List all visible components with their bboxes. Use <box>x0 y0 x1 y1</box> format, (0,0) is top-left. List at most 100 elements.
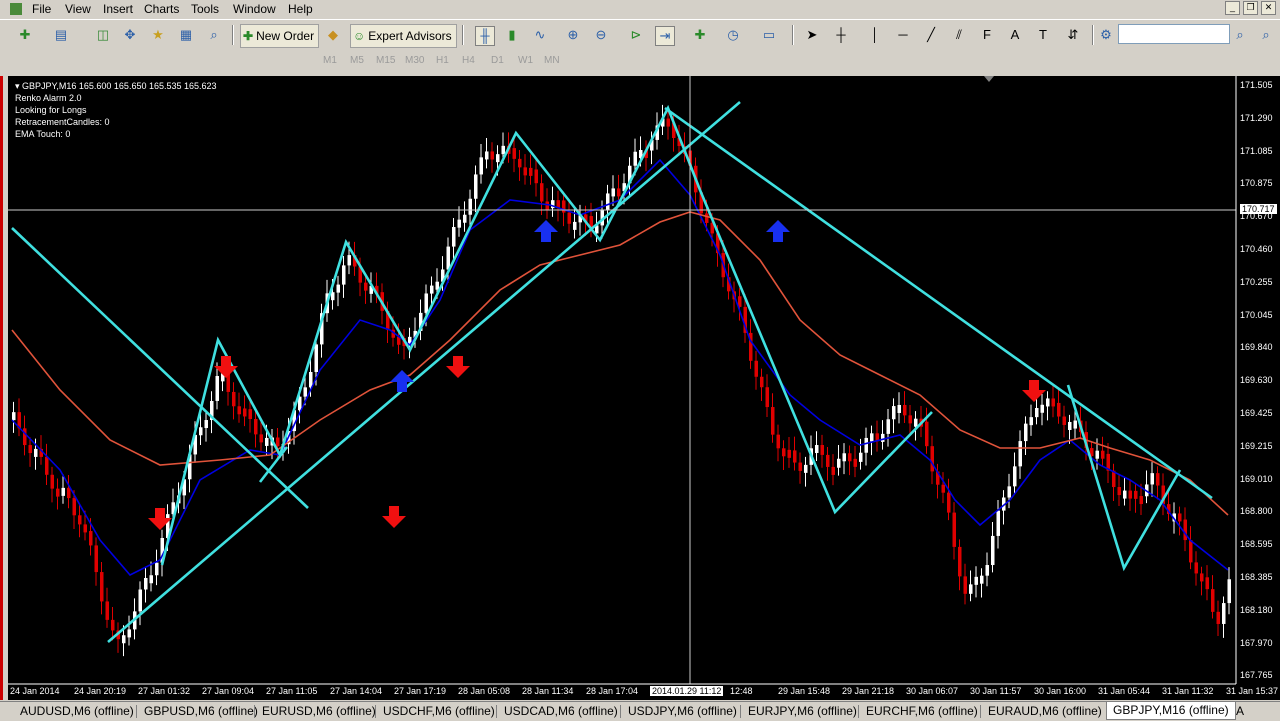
bull-candle <box>1007 486 1011 498</box>
bear-candle <box>78 515 82 525</box>
time-label: 29 Jan 21:18 <box>842 686 895 696</box>
bear-candle <box>50 474 54 489</box>
time-label: 27 Jan 09:04 <box>202 686 255 696</box>
bull-candle <box>914 418 918 427</box>
up-arrow-icon <box>390 370 414 392</box>
symbol-tab[interactable]: A <box>1236 704 1244 718</box>
bull-candle <box>155 562 159 576</box>
bear-candle <box>782 448 786 457</box>
indicator-line-1: Renko Alarm 2.0 <box>15 93 82 103</box>
bull-candle <box>991 535 995 566</box>
up-arrow-icon <box>534 220 558 242</box>
bear-candle <box>930 446 934 472</box>
indicator-line-3: RetracementCandles: 0 <box>15 117 110 127</box>
symbol-tab[interactable]: EURAUD,M6 (offline) <box>988 704 1102 718</box>
bull-candle <box>446 246 450 270</box>
bull-candle <box>331 292 335 301</box>
bear-candle <box>941 484 945 493</box>
bear-candle <box>908 415 912 424</box>
bull-candle <box>859 452 863 462</box>
bull-candle <box>573 221 577 230</box>
price-label: 169.215 <box>1240 440 1273 451</box>
ema-fast-line <box>11 158 1229 576</box>
bear-candle <box>89 531 93 546</box>
trend-line[interactable] <box>107 101 741 643</box>
symbol-tab[interactable]: USDCHF,M6 (offline) <box>383 704 495 718</box>
bear-candle <box>1134 490 1138 499</box>
bear-candle <box>72 498 76 516</box>
bear-candle <box>540 183 544 202</box>
symbol-tab[interactable]: EURUSD,M6 (offline) <box>262 704 376 718</box>
symbol-tab[interactable]: USDJPY,M6 (offline) <box>628 704 737 718</box>
chart-info: ▾ GBPJPY,M16 165.600 165.650 165.535 165… <box>15 80 217 140</box>
time-label: 28 Jan 11:34 <box>522 686 574 696</box>
symbol-tab[interactable]: EURCHF,M6 (offline) <box>866 704 978 718</box>
bull-candle <box>842 453 846 462</box>
price-label: 168.800 <box>1240 506 1273 517</box>
symbol-tab[interactable]: EURJPY,M6 (offline) <box>748 704 857 718</box>
bear-candle <box>952 512 956 547</box>
symbol-tab[interactable]: GBPUSD,M6 (offline) <box>144 704 258 718</box>
symbol-tab[interactable]: GBPJPY,M16 (offline) <box>1106 702 1236 720</box>
bull-candle <box>485 151 489 160</box>
bull-candle <box>815 445 819 454</box>
bull-candle <box>897 404 901 413</box>
bear-candle <box>83 524 87 533</box>
bull-candle <box>215 376 219 401</box>
bear-candle <box>787 449 791 458</box>
bull-candle <box>199 427 203 436</box>
bear-candle <box>963 576 967 594</box>
bull-candle <box>204 420 208 429</box>
ema-slow-line <box>11 211 1229 516</box>
bear-candle <box>45 456 49 475</box>
bull-candle <box>149 575 153 584</box>
moving-averages <box>11 158 1229 576</box>
bull-candle <box>61 487 65 496</box>
time-label: 24 Jan 20:19 <box>74 686 127 696</box>
bear-candle <box>248 409 252 420</box>
bear-candle <box>1178 513 1182 522</box>
bull-candle <box>501 145 505 155</box>
down-arrow-icon <box>446 356 470 378</box>
bull-candle <box>974 576 978 585</box>
bull-candle <box>468 198 472 215</box>
chart-shift-marker[interactable] <box>984 76 994 82</box>
bear-candle <box>765 387 769 408</box>
symbol-tab[interactable]: USDCAD,M6 (offline) <box>504 704 618 718</box>
time-label: 29 Jan 15:48 <box>778 686 831 696</box>
chart-header: ▾ GBPJPY,M16 165.600 165.650 165.535 165… <box>15 81 217 91</box>
bull-candle <box>430 285 434 294</box>
indicator-line-4: EMA Touch: 0 <box>15 129 71 139</box>
bull-candle <box>122 635 126 644</box>
bull-candle <box>1024 423 1028 442</box>
bear-candle <box>925 421 929 447</box>
time-label: 30 Jan 16:00 <box>1034 686 1087 696</box>
bull-candle <box>864 437 868 453</box>
bear-candle <box>232 391 236 407</box>
bear-candle <box>853 458 857 467</box>
bull-candle <box>611 188 615 197</box>
bear-candle <box>848 453 852 462</box>
bull-candle <box>1035 407 1039 418</box>
bull-candle <box>969 584 973 594</box>
symbol-tab[interactable]: AUDUSD,M6 (offline) <box>20 704 134 718</box>
bull-candle <box>1046 398 1050 407</box>
price-label: 171.505 <box>1240 80 1273 90</box>
bull-candle <box>1040 404 1044 413</box>
bull-candle <box>336 284 340 293</box>
bear-candle <box>1128 490 1132 499</box>
bull-candle <box>138 589 142 612</box>
bear-candle <box>567 212 571 224</box>
bear-candle <box>512 148 516 159</box>
bull-candle <box>892 406 896 420</box>
price-label: 169.010 <box>1240 473 1273 484</box>
tab-separator <box>858 705 859 718</box>
tab-separator <box>620 705 621 718</box>
bear-candle <box>1156 473 1160 486</box>
bull-candle <box>34 448 38 457</box>
bear-candle <box>666 118 670 127</box>
bull-candle <box>1018 441 1022 467</box>
tab-separator <box>496 705 497 718</box>
bull-candle <box>886 419 890 434</box>
price-label: 170.255 <box>1240 276 1273 287</box>
